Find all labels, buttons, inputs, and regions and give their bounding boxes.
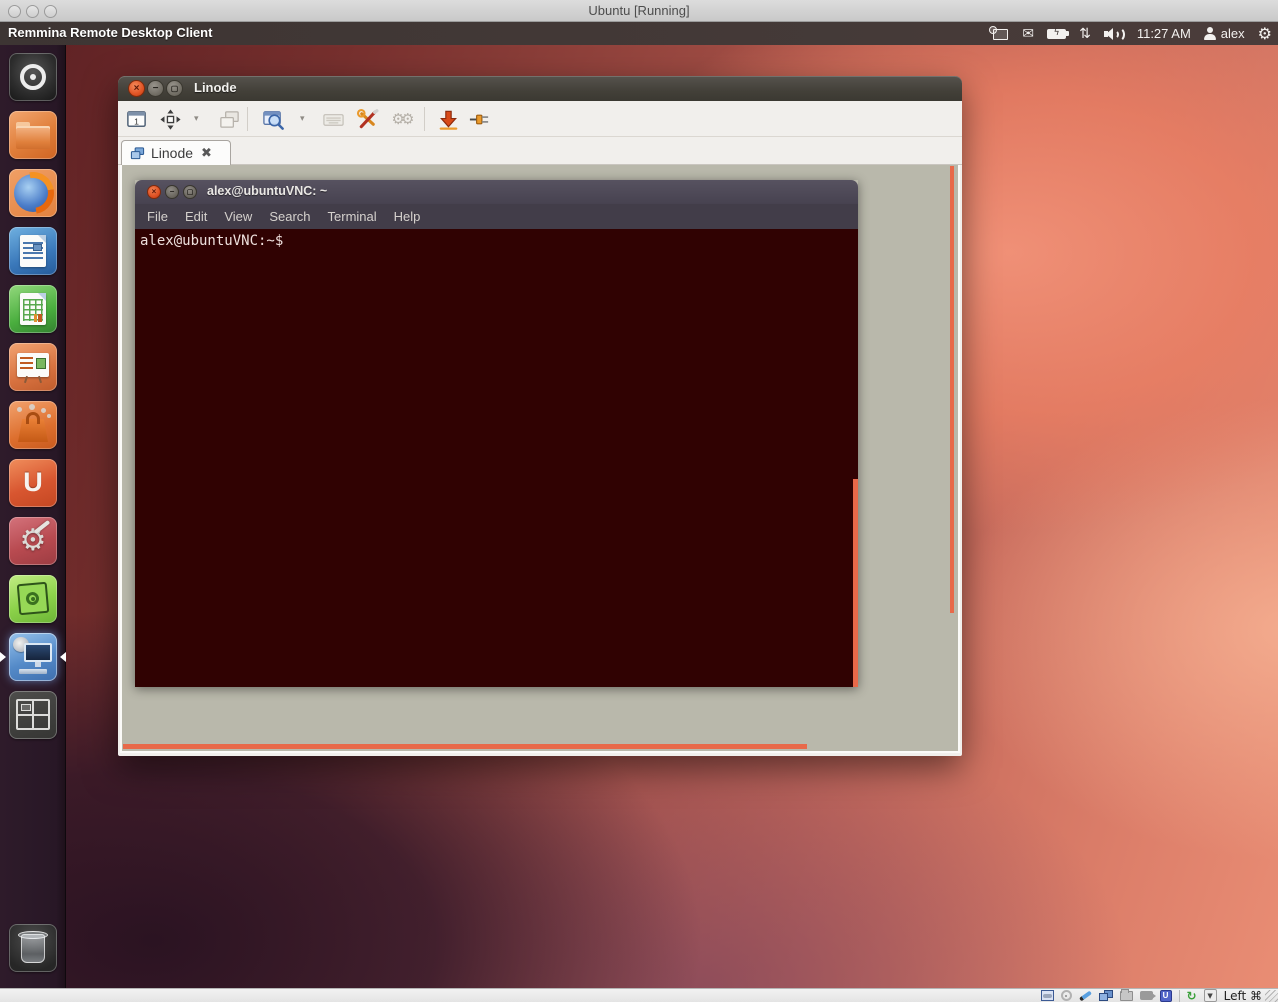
remmina-close-button[interactable]: × [128, 80, 145, 97]
terminal-window: × − ▢ alex@ubuntuVNC: ~ File Edit View S… [135, 180, 858, 687]
menu-file[interactable]: File [147, 209, 168, 224]
volume-icon[interactable] [1104, 27, 1124, 41]
menu-search[interactable]: Search [269, 209, 310, 224]
launcher-item-ubuntu-green[interactable] [9, 575, 57, 623]
keyboard-capture-icon[interactable]: ▼ [1204, 989, 1217, 1002]
launcher-item-files[interactable] [9, 111, 57, 159]
clock-indicator[interactable]: 11:27 AM [1137, 26, 1191, 41]
menu-terminal[interactable]: Terminal [328, 209, 377, 224]
usb-icon[interactable]: U [1160, 990, 1172, 1002]
launcher-item-system-settings[interactable]: ⚙ [9, 517, 57, 565]
fullscreen-icon[interactable] [157, 106, 183, 132]
terminal-minimize-button[interactable]: − [165, 185, 179, 199]
remmina-tabbar: Linode ✖ [118, 137, 962, 165]
svg-text:1: 1 [134, 116, 139, 126]
launcher-item-libreoffice-calc[interactable] [9, 285, 57, 333]
remmina-maximize-button[interactable]: ▢ [166, 80, 183, 97]
virtualbox-statusbar: U ↻ ▼ Left ⌘ [0, 988, 1278, 1002]
terminal-titlebar[interactable]: × − ▢ alex@ubuntuVNC: ~ [135, 180, 858, 204]
launcher-item-dash-home[interactable] [9, 53, 57, 101]
menu-view[interactable]: View [224, 209, 252, 224]
disconnect-icon[interactable] [466, 106, 492, 132]
launcher-item-firefox[interactable] [9, 169, 57, 217]
ubuntu-top-panel: Remmina Remote Desktop Client ✉ ϟ ⇅ 11:2… [0, 22, 1278, 45]
launcher-item-software-center[interactable] [9, 401, 57, 449]
resize-grip[interactable] [1265, 990, 1278, 1002]
scaled-mode-icon[interactable] [260, 106, 286, 132]
terminal-close-button[interactable]: × [147, 185, 161, 199]
connection-tab-icon [130, 146, 145, 161]
virtualbox-screen: Ubuntu [Running] Remmina Remote Desktop … [0, 0, 1278, 1002]
terminal-maximize-button[interactable]: ▢ [183, 185, 197, 199]
host-window-title: Ubuntu [Running] [0, 3, 1278, 18]
remote-desktop-viewport[interactable]: × − ▢ alex@ubuntuVNC: ~ File Edit View S… [120, 165, 960, 753]
launcher-item-libreoffice-impress[interactable] [9, 343, 57, 391]
terminal-title: alex@ubuntuVNC: ~ [207, 184, 327, 198]
active-app-title: Remmina Remote Desktop Client [8, 25, 212, 40]
shared-folder-icon[interactable] [1120, 991, 1133, 1001]
network-sync-icon[interactable]: ⇅ [1079, 27, 1091, 41]
launcher-item-remmina[interactable] [9, 633, 57, 681]
remote-desktop-indicator-icon[interactable] [989, 26, 1009, 41]
fullscreen-dropdown-icon[interactable]: ▾ [194, 113, 199, 124]
network-pen-icon[interactable] [1079, 990, 1092, 1001]
system-settings-icon: ⚙ [9, 523, 57, 558]
user-icon [1204, 27, 1216, 40]
mail-icon[interactable]: ✉ [1022, 27, 1034, 41]
viewport-vertical-scrollbar[interactable] [950, 166, 954, 613]
menu-help[interactable]: Help [394, 209, 421, 224]
indicator-tray: ✉ ϟ ⇅ 11:27 AM alex ⚙ [989, 22, 1272, 45]
remmina-minimize-button[interactable]: − [147, 80, 164, 97]
libreoffice-impress-icon [17, 353, 49, 377]
viewport-horizontal-scrollbar[interactable] [123, 744, 807, 749]
shell-prompt: alex@ubuntuVNC:~$ [140, 233, 283, 249]
settings-gears-icon[interactable]: ⚙⚙ [388, 106, 414, 132]
remmina-window-title: Linode [194, 80, 237, 95]
unity-launcher: U ⚙ [0, 45, 66, 988]
remmina-running-indicator [0, 652, 6, 662]
remmina-toolbar: 1 ▾ ▾ ⚙⚙ [118, 101, 962, 137]
remmina-titlebar[interactable]: × − ▢ Linode [118, 76, 962, 101]
launcher-item-workspace-switcher[interactable] [9, 691, 57, 739]
host-key-label: Left ⌘ [1224, 989, 1262, 1002]
mouse-integration-icon[interactable]: ↻ [1187, 990, 1197, 1002]
grab-keyboard-icon[interactable] [320, 106, 346, 132]
minimize-connection-icon[interactable] [435, 106, 461, 132]
video-capture-icon[interactable] [1140, 991, 1153, 1000]
launcher-item-trash[interactable] [9, 924, 57, 972]
terminal-menubar: File Edit View Search Terminal Help [135, 204, 858, 229]
tab-linode[interactable]: Linode ✖ [121, 140, 231, 165]
ubuntu-one-icon: U [9, 467, 57, 498]
launcher-item-libreoffice-writer[interactable] [9, 227, 57, 275]
username-label: alex [1221, 26, 1245, 41]
terminal-body[interactable]: alex@ubuntuVNC:~$ [135, 229, 858, 687]
tab-label: Linode [151, 145, 193, 161]
host-titlebar: Ubuntu [Running] [0, 0, 1278, 22]
workspace-switcher-icon [16, 699, 50, 730]
libreoffice-calc-icon [20, 293, 46, 325]
ubuntu-green-icon [17, 582, 50, 615]
toolbar-separator [247, 107, 248, 131]
menu-edit[interactable]: Edit [185, 209, 207, 224]
battery-icon[interactable]: ϟ [1047, 29, 1066, 39]
hard-disk-icon[interactable] [1041, 990, 1054, 1001]
scaled-dropdown-icon[interactable]: ▾ [300, 113, 305, 124]
optical-disc-icon[interactable] [1061, 990, 1072, 1001]
remmina-window: × − ▢ Linode 1 ▾ ▾ [118, 76, 962, 756]
statusbar-separator [1179, 990, 1180, 1002]
tab-close-icon[interactable]: ✖ [201, 146, 212, 161]
display-icon[interactable] [1099, 990, 1113, 1001]
libreoffice-writer-icon [20, 235, 46, 267]
duplicate-connection-icon[interactable] [216, 106, 242, 132]
launcher-item-ubuntu-one[interactable]: U [9, 459, 57, 507]
session-gear-icon[interactable]: ⚙ [1258, 26, 1272, 42]
resize-window-icon[interactable]: 1 [123, 106, 149, 132]
remmina-focus-indicator [60, 652, 66, 662]
toolbar-separator [424, 107, 425, 131]
tools-icon[interactable] [354, 106, 380, 132]
terminal-scrollbar[interactable] [853, 479, 858, 687]
user-menu[interactable]: alex [1204, 26, 1245, 41]
